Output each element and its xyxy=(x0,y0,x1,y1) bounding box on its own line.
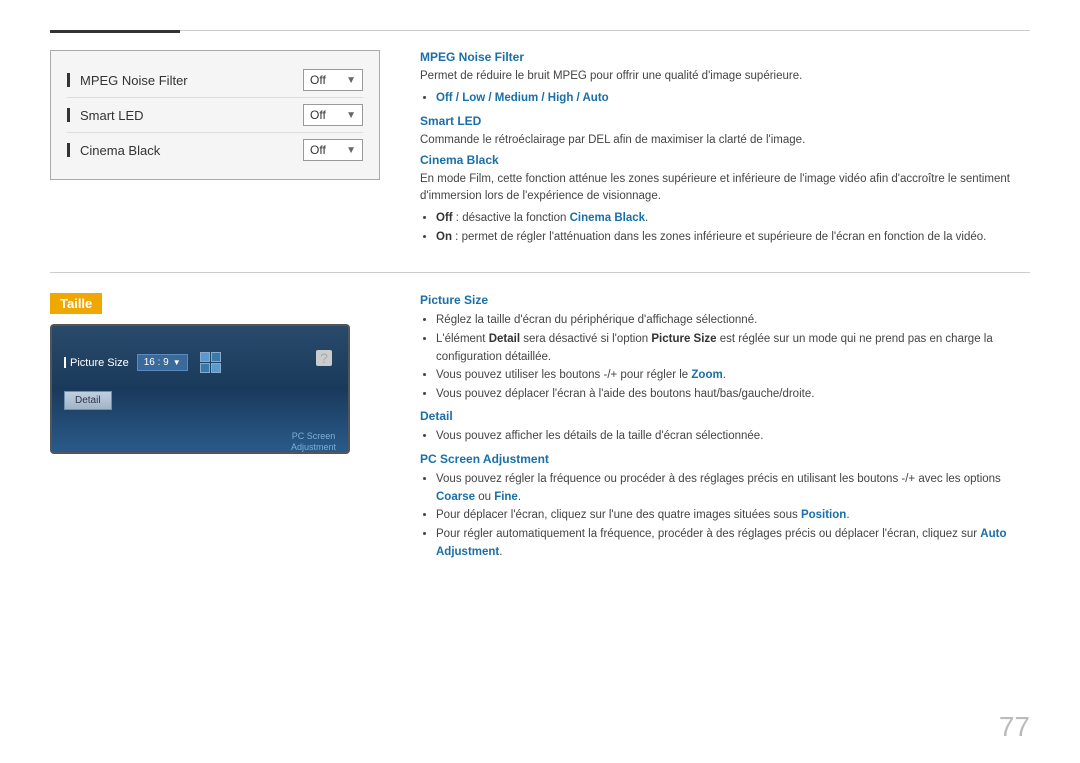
detail-description: Detail Vous pouvez afficher les détails … xyxy=(420,409,1030,445)
smart-led-label: Smart LED xyxy=(67,108,303,123)
pc-screen-heading: PC Screen Adjustment xyxy=(420,452,1030,466)
page-number: 77 xyxy=(999,711,1030,743)
mpeg-bullet-1: Off / Low / Medium / High / Auto xyxy=(436,89,1030,107)
tv-question-mark: ? xyxy=(316,350,332,366)
smart-led-description: Smart LED Commande le rétroéclairage par… xyxy=(420,114,1030,149)
mpeg-noise-filter-label: MPEG Noise Filter xyxy=(67,73,303,88)
bar-icon xyxy=(67,143,70,157)
dropdown-arrow: ▼ xyxy=(346,75,356,86)
picture-size-description: Picture Size Réglez la taille d'écran du… xyxy=(420,293,1030,403)
mpeg-noise-filter-value[interactable]: Off ▼ xyxy=(303,69,363,91)
picture-size-bullet-1: Réglez la taille d'écran du périphérique… xyxy=(436,311,1030,329)
pc-screen-description: PC Screen Adjustment Vous pouvez régler … xyxy=(420,452,1030,562)
cinema-black-description: Cinema Black En mode Film, cette fonctio… xyxy=(420,153,1030,246)
cinema-black-bullet-1: Off : désactive la fonction Cinema Black… xyxy=(436,209,1030,227)
tv-picture-size-label: Picture Size xyxy=(64,357,129,369)
pc-screen-bullet-2: Pour déplacer l'écran, cliquez sur l'une… xyxy=(436,506,1030,524)
dropdown-arrow: ▼ xyxy=(346,145,356,156)
smart-led-select[interactable]: Off ▼ xyxy=(303,104,363,126)
tv-inner: ? Picture Size 16 : 9 ▼ xyxy=(64,352,336,454)
tv-picture-size-select[interactable]: 16 : 9 ▼ xyxy=(137,354,188,371)
settings-box: MPEG Noise Filter Off ▼ Smart LED xyxy=(50,50,380,180)
smart-led-text: Commande le rétroéclairage par DEL afin … xyxy=(420,132,1030,149)
tv-pc-screen-label: PC ScreenAdjustment xyxy=(291,431,336,454)
detail-bullets: Vous pouvez afficher les détails de la t… xyxy=(436,427,1030,445)
mpeg-description: MPEG Noise Filter Permet de réduire le b… xyxy=(420,50,1030,108)
pc-screen-bullet-3: Pour régler automatiquement la fréquence… xyxy=(436,525,1030,562)
picture-size-bullets: Réglez la taille d'écran du périphérique… xyxy=(436,311,1030,403)
bar-icon xyxy=(67,108,70,122)
cinema-black-heading: Cinema Black xyxy=(420,153,1030,167)
mid-divider xyxy=(50,272,1030,273)
page-container: MPEG Noise Filter Off ▼ Smart LED xyxy=(0,0,1080,763)
mpeg-text: Permet de réduire le bruit MPEG pour off… xyxy=(420,68,1030,85)
tv-picture-size-row: Picture Size 16 : 9 ▼ xyxy=(64,352,336,373)
cinema-black-value[interactable]: Off ▼ xyxy=(303,139,363,161)
mpeg-heading: MPEG Noise Filter xyxy=(420,50,1030,64)
tv-bar-icon xyxy=(64,357,66,368)
smart-led-heading: Smart LED xyxy=(420,114,1030,128)
mpeg-options: Off / Low / Medium / High / Auto xyxy=(436,92,609,104)
picture-size-bullet-4: Vous pouvez déplacer l'écran à l'aide de… xyxy=(436,385,1030,403)
dropdown-arrow: ▼ xyxy=(346,110,356,121)
picture-size-bullet-2: L'élément Detail sera désactivé si l'opt… xyxy=(436,330,1030,367)
mpeg-noise-filter-row: MPEG Noise Filter Off ▼ xyxy=(67,63,363,98)
pc-screen-bullets: Vous pouvez régler la fréquence ou procé… xyxy=(436,470,1030,562)
detail-heading: Detail xyxy=(420,409,1030,423)
smart-led-row: Smart LED Off ▼ xyxy=(67,98,363,133)
smart-led-value[interactable]: Off ▼ xyxy=(303,104,363,126)
grid-icon xyxy=(200,352,222,373)
cinema-black-select[interactable]: Off ▼ xyxy=(303,139,363,161)
tv-mockup: ? Picture Size 16 : 9 ▼ xyxy=(50,324,350,454)
cinema-black-bullet-2: On : permet de régler l'atténuation dans… xyxy=(436,228,1030,246)
cinema-black-bullets: Off : désactive la fonction Cinema Black… xyxy=(436,209,1030,246)
top-descriptions: MPEG Noise Filter Permet de réduire le b… xyxy=(420,50,1030,252)
top-line xyxy=(50,30,1030,31)
pc-screen-bullet-1: Vous pouvez régler la fréquence ou procé… xyxy=(436,470,1030,507)
bottom-left: Taille ? Picture Size 16 : 9 ▼ xyxy=(50,293,380,567)
cinema-black-text: En mode Film, cette fonction atténue les… xyxy=(420,171,1030,206)
bottom-right-descriptions: Picture Size Réglez la taille d'écran du… xyxy=(420,293,1030,567)
settings-panel: MPEG Noise Filter Off ▼ Smart LED xyxy=(50,50,380,252)
picture-size-bullet-3: Vous pouvez utiliser les boutons -/+ pou… xyxy=(436,366,1030,384)
cinema-black-label: Cinema Black xyxy=(67,143,303,158)
cinema-black-row: Cinema Black Off ▼ xyxy=(67,133,363,167)
bottom-section: Taille ? Picture Size 16 : 9 ▼ xyxy=(50,293,1030,567)
detail-bullet-1: Vous pouvez afficher les détails de la t… xyxy=(436,427,1030,445)
mpeg-noise-filter-select[interactable]: Off ▼ xyxy=(303,69,363,91)
taille-label: Taille xyxy=(50,293,102,314)
tv-detail-row: Detail xyxy=(64,383,336,410)
tv-detail-button[interactable]: Detail xyxy=(64,391,112,410)
bar-icon xyxy=(67,73,70,87)
top-section: MPEG Noise Filter Off ▼ Smart LED xyxy=(50,50,1030,252)
mpeg-bullets: Off / Low / Medium / High / Auto xyxy=(436,89,1030,107)
top-bar-left xyxy=(50,30,180,33)
picture-size-heading: Picture Size xyxy=(420,293,1030,307)
